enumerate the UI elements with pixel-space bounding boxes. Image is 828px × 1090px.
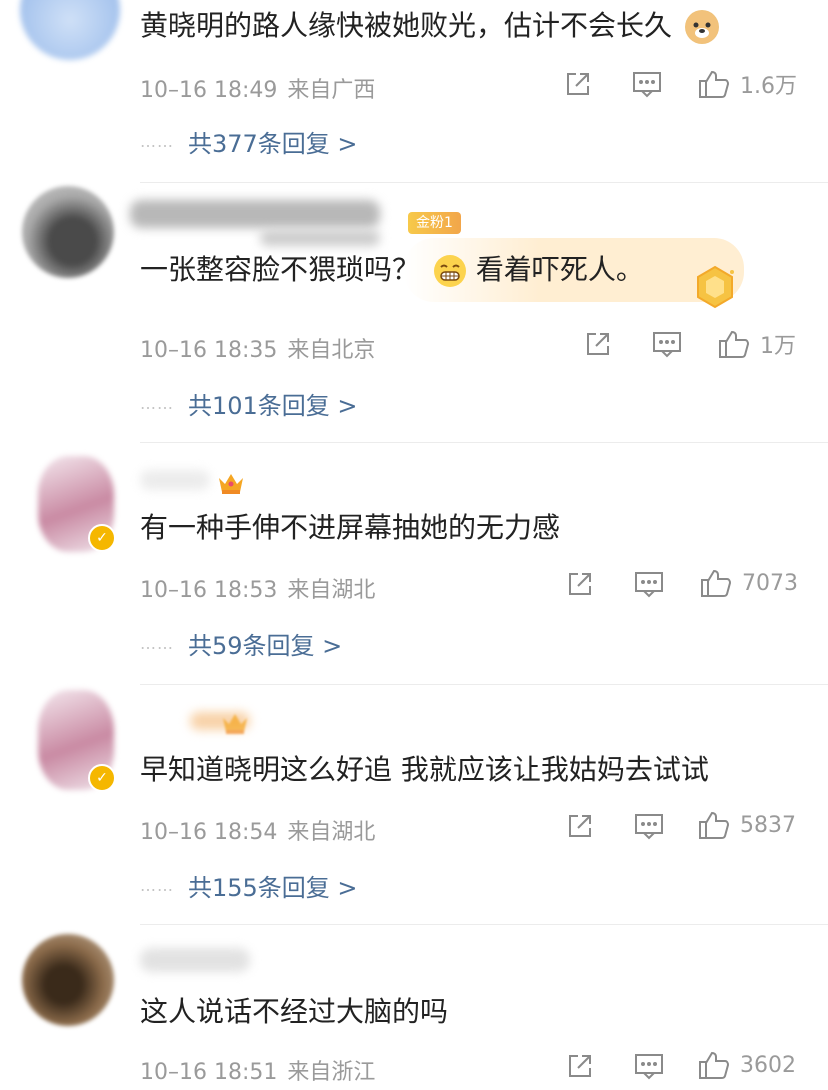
view-replies-link[interactable]: …… 共155条回复 > <box>140 868 358 903</box>
replies-label: 共101条回复 > <box>188 392 358 420</box>
username[interactable] <box>260 230 380 246</box>
view-replies-link[interactable]: …… 共59条回复 > <box>140 626 342 661</box>
comment-time: 10–16 18:53 <box>140 578 278 603</box>
crown-icon <box>220 710 250 740</box>
grin-emoji-icon <box>433 254 467 288</box>
fan-badge: 金粉1 <box>408 212 461 234</box>
replies-label: 共377条回复 > <box>188 130 358 158</box>
like-button[interactable]: 5837 <box>698 810 796 840</box>
comment-time: 10–16 18:35 <box>140 338 278 363</box>
comment-text: 一张整容脸不猥琐吗？ <box>140 253 421 286</box>
avatar[interactable] <box>20 0 120 60</box>
comment-icon[interactable] <box>634 1052 664 1080</box>
like-button[interactable]: 1万 <box>718 328 796 360</box>
crown-icon <box>216 470 246 500</box>
share-icon[interactable] <box>566 1052 594 1080</box>
gold-medal-icon <box>692 264 738 314</box>
comment-time: 10–16 18:51 <box>140 1060 278 1085</box>
thumbs-up-icon <box>699 70 730 98</box>
share-icon[interactable] <box>584 330 612 358</box>
comment-location: 来自北京 <box>287 338 376 363</box>
comment-time: 10–16 18:54 <box>140 820 278 845</box>
comment-location: 来自湖北 <box>287 578 376 603</box>
like-count: 5837 <box>740 812 796 838</box>
comment-location: 来自浙江 <box>287 1060 376 1085</box>
share-icon[interactable] <box>566 812 594 840</box>
thumbs-up-icon <box>699 1051 730 1079</box>
like-count: 1万 <box>760 334 796 359</box>
share-icon[interactable] <box>566 570 594 598</box>
verified-badge-icon: ✓ <box>88 524 116 552</box>
comment-icon[interactable] <box>652 330 682 358</box>
like-count: 7073 <box>742 570 798 596</box>
divider <box>140 684 828 685</box>
doge-emoji-icon <box>684 10 719 44</box>
comment-text: 黄晓明的路人缘快被她败光，估计不会长久 <box>140 9 673 42</box>
like-button[interactable]: 7073 <box>700 568 798 598</box>
divider <box>140 442 828 443</box>
comment-icon[interactable] <box>634 812 664 840</box>
like-button[interactable]: 1.6万 <box>698 68 797 100</box>
divider <box>140 182 828 183</box>
comment-location: 来自广西 <box>287 78 376 103</box>
comment-icon[interactable] <box>632 70 662 98</box>
like-count: 1.6万 <box>740 74 797 99</box>
username[interactable] <box>140 948 250 972</box>
username[interactable] <box>130 200 380 228</box>
avatar[interactable] <box>22 186 114 278</box>
thumbs-up-icon <box>719 330 750 358</box>
comment-text: 有一种手伸不进屏幕抽她的无力感 <box>140 511 561 544</box>
verified-badge-icon: ✓ <box>88 764 116 792</box>
username[interactable] <box>140 470 210 490</box>
comment-text: 早知道晓明这么好追 我就应该让我姑妈去试试 <box>140 753 709 786</box>
like-count: 3602 <box>740 1052 796 1078</box>
comment-time: 10–16 18:49 <box>140 78 278 103</box>
replies-label: 共155条回复 > <box>188 874 358 902</box>
view-replies-link[interactable]: …… 共101条回复 > <box>140 386 358 421</box>
comment-icon[interactable] <box>634 570 664 598</box>
divider <box>140 924 828 925</box>
like-button[interactable]: 3602 <box>698 1050 796 1080</box>
share-icon[interactable] <box>564 70 592 98</box>
thumbs-up-icon <box>701 569 732 597</box>
replies-label: 共59条回复 > <box>188 632 343 660</box>
view-replies-link[interactable]: …… 共377条回复 > <box>140 124 358 159</box>
comment-text: 这人说话不经过大脑的吗 <box>140 995 449 1028</box>
comment-text-continued: 看着吓死人。 <box>475 253 644 286</box>
comment-location: 来自湖北 <box>287 820 376 845</box>
thumbs-up-icon <box>699 811 730 839</box>
avatar[interactable] <box>22 934 114 1026</box>
